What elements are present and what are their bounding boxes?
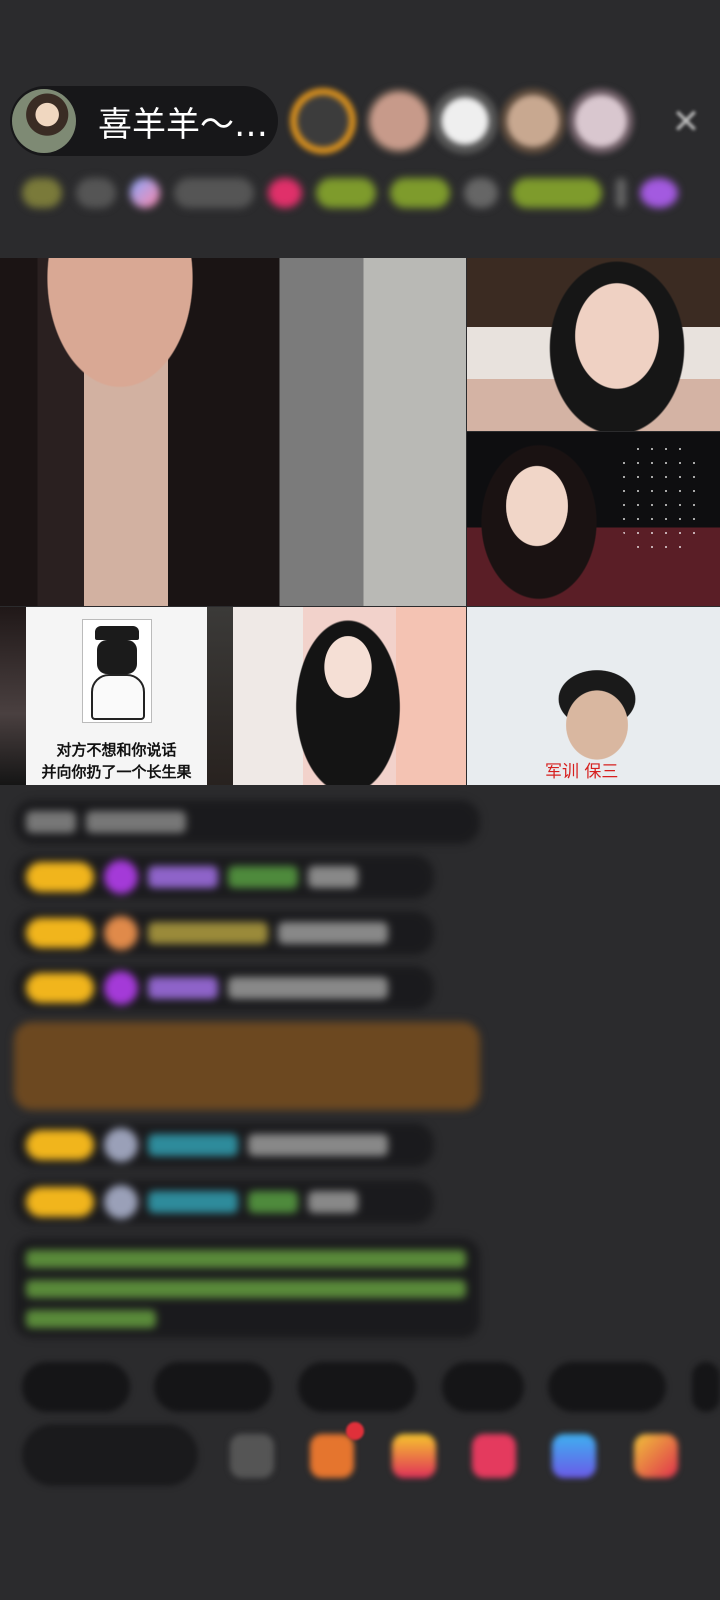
system-notice bbox=[14, 1238, 480, 1338]
meme-caption-line1: 对方不想和你说话 bbox=[56, 741, 177, 759]
chat-input[interactable] bbox=[22, 1424, 198, 1486]
guest-video-tile-2[interactable] bbox=[467, 432, 720, 606]
meme-head bbox=[97, 640, 137, 674]
meme-hat bbox=[95, 626, 139, 640]
guest-video-tile-4[interactable]: 军训 保三 bbox=[467, 607, 720, 785]
treasure-icon[interactable] bbox=[392, 1434, 436, 1478]
meme-caption-line2: 并向你扔了一个长生果 bbox=[41, 763, 192, 781]
light-tree-decoration bbox=[617, 442, 707, 552]
chat-message bbox=[14, 911, 434, 955]
host-avatar[interactable] bbox=[12, 89, 76, 153]
quick-reply-button[interactable] bbox=[154, 1362, 272, 1412]
viewer-avatar-2[interactable] bbox=[366, 88, 432, 154]
quick-reply-button[interactable] bbox=[548, 1362, 666, 1412]
room-badge-row bbox=[22, 170, 692, 216]
chat-message bbox=[14, 800, 480, 844]
meme-video-tile[interactable]: 对方不想和你说话 并向你扔了一个长生果 bbox=[26, 607, 207, 785]
quick-reply-button[interactable] bbox=[298, 1362, 416, 1412]
chat-message bbox=[14, 1123, 434, 1167]
more-icon[interactable] bbox=[230, 1434, 274, 1478]
meme-figure-image bbox=[82, 619, 152, 723]
quick-reply-button[interactable] bbox=[22, 1362, 130, 1412]
host-name: 喜羊羊～… bbox=[98, 104, 268, 145]
guest-video-strip-mid[interactable] bbox=[207, 607, 233, 785]
guest-caption: 军训 保三 bbox=[545, 762, 619, 782]
close-icon[interactable]: ✕ bbox=[664, 100, 708, 144]
quick-reply-button[interactable] bbox=[442, 1362, 524, 1412]
guest-video-strip-left[interactable] bbox=[0, 607, 26, 785]
host-info-pill[interactable]: 喜羊羊～… bbox=[10, 86, 278, 156]
viewer-avatar-4[interactable] bbox=[500, 88, 566, 154]
chat-message bbox=[14, 1180, 434, 1224]
main-video-tile[interactable] bbox=[0, 258, 466, 606]
gift-icon[interactable] bbox=[634, 1434, 678, 1478]
quick-reply-button[interactable] bbox=[692, 1362, 720, 1412]
chat-message bbox=[14, 855, 434, 899]
game-icon[interactable] bbox=[552, 1434, 596, 1478]
viewer-avatar-5[interactable] bbox=[568, 88, 634, 154]
viewer-avatar-3[interactable] bbox=[432, 88, 498, 154]
notification-dot bbox=[346, 1422, 364, 1440]
guest-video-tile-3[interactable] bbox=[233, 607, 466, 785]
chat-message bbox=[14, 966, 434, 1010]
chat-message-highlight bbox=[14, 1022, 480, 1110]
guest-video-tile-1[interactable] bbox=[467, 258, 720, 431]
rose-icon[interactable] bbox=[472, 1434, 516, 1478]
viewer-avatar-1[interactable] bbox=[290, 88, 356, 154]
gift-box-icon[interactable] bbox=[310, 1434, 354, 1478]
meme-body bbox=[91, 674, 145, 720]
